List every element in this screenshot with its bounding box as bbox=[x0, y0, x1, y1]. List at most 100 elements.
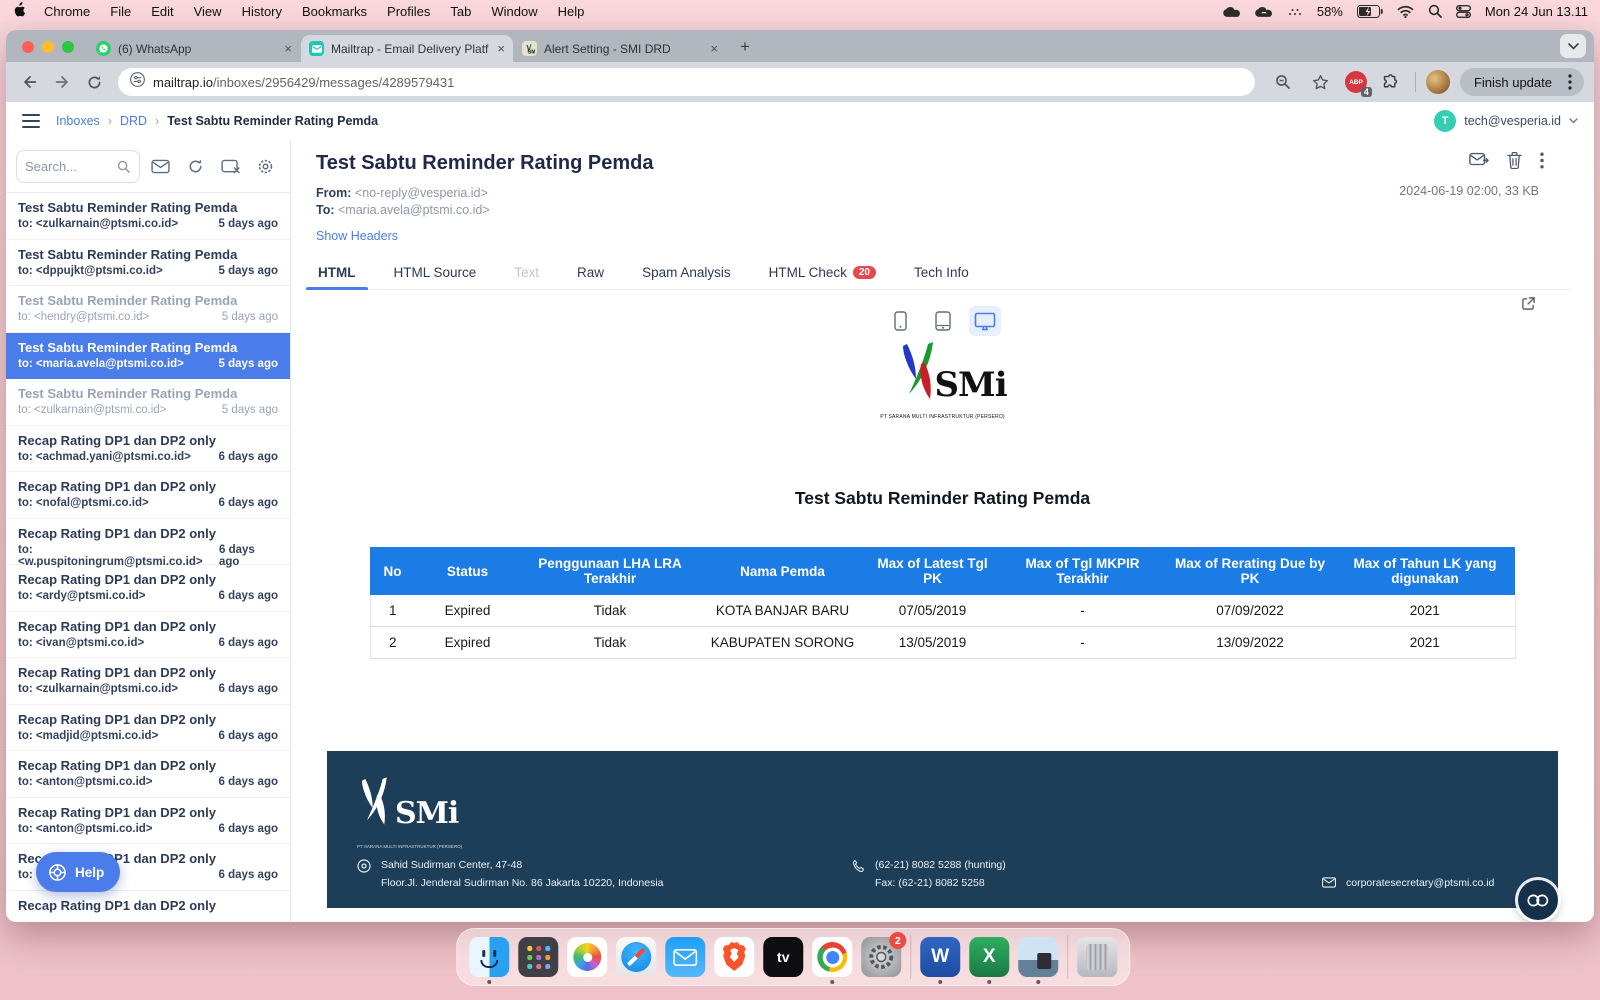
menubar-clock[interactable]: Mon 24 Jun 13.11 bbox=[1485, 4, 1588, 19]
hamburger-menu-icon[interactable] bbox=[22, 114, 40, 128]
message-list-item[interactable]: Test Sabtu Reminder Rating Pemda to: <zu… bbox=[6, 379, 290, 426]
more-options-icon[interactable] bbox=[1540, 152, 1544, 174]
close-window-button[interactable] bbox=[22, 41, 34, 53]
gear-icon[interactable] bbox=[251, 151, 280, 181]
message-list-item[interactable]: Test Sabtu Reminder Rating Pemda to: <ma… bbox=[6, 333, 290, 380]
extensions-icon[interactable] bbox=[1377, 68, 1405, 96]
menu-item[interactable]: View bbox=[194, 4, 222, 19]
address-line2: Floor.Jl. Jenderal Sudirman No. 86 Jakar… bbox=[381, 875, 664, 892]
message-list-item[interactable]: Test Sabtu Reminder Rating Pemda to: <dp… bbox=[6, 240, 290, 287]
dock-photos-icon[interactable] bbox=[567, 937, 607, 977]
mark-read-icon[interactable] bbox=[146, 151, 175, 181]
menu-item[interactable]: Chrome bbox=[44, 4, 90, 19]
message-subject: Recap Rating DP1 dan DP2 only bbox=[18, 665, 278, 680]
tab-mailtrap[interactable]: Mailtrap - Email Delivery Platf × bbox=[301, 35, 513, 62]
tablet-preview-button[interactable] bbox=[927, 306, 959, 336]
dock-preview-icon[interactable] bbox=[1018, 937, 1058, 977]
fullscreen-window-button[interactable] bbox=[62, 41, 74, 53]
menu-item[interactable]: Edit bbox=[151, 4, 173, 19]
message-list-item[interactable]: Test Sabtu Reminder Rating Pemda to: <he… bbox=[6, 286, 290, 333]
url-bar[interactable]: mailtrap.io/inboxes/2956429/messages/428… bbox=[118, 68, 1255, 96]
message-list-item[interactable]: Recap Rating DP1 dan DP2 only to: <anton… bbox=[6, 798, 290, 845]
help-button[interactable]: Help bbox=[36, 852, 120, 892]
tab-alert-setting[interactable]: SMi Alert Setting - SMI DRD × bbox=[514, 35, 726, 62]
message-list-item[interactable]: Recap Rating DP1 dan DP2 only to: <anton… bbox=[6, 751, 290, 798]
message-list-item[interactable]: Recap Rating DP1 dan DP2 only to: <madji… bbox=[6, 705, 290, 752]
message-view-tab[interactable]: Raw bbox=[575, 259, 606, 289]
message-list-item[interactable]: Recap Rating DP1 dan DP2 only to: <achma… bbox=[6, 426, 290, 473]
trash-icon[interactable] bbox=[1507, 152, 1522, 174]
message-view-tab[interactable]: HTML Source bbox=[392, 259, 479, 289]
battery-icon[interactable] bbox=[1357, 5, 1383, 18]
onedrive-icon[interactable] bbox=[1223, 5, 1241, 17]
open-external-icon[interactable] bbox=[1521, 296, 1536, 316]
breadcrumb-inboxes[interactable]: Inboxes bbox=[56, 114, 100, 128]
profile-avatar[interactable] bbox=[1426, 70, 1450, 94]
dock-mail-icon[interactable] bbox=[665, 937, 705, 977]
menu-item[interactable]: Window bbox=[491, 4, 537, 19]
message-list-item[interactable]: Test Sabtu Reminder Rating Pemda to: <zu… bbox=[6, 193, 290, 240]
dock-trash-icon[interactable] bbox=[1077, 937, 1117, 977]
desktop-preview-button[interactable] bbox=[969, 306, 1001, 336]
message-list-item[interactable]: Recap Rating DP1 dan DP2 only to: <w.pus… bbox=[6, 519, 290, 566]
message-list-item[interactable]: Recap Rating DP1 dan DP2 only to: <ardy@… bbox=[6, 565, 290, 612]
menu-item[interactable]: History bbox=[242, 4, 282, 19]
minimize-window-button[interactable] bbox=[42, 41, 54, 53]
forward-button[interactable] bbox=[48, 68, 76, 96]
dock-chrome-icon[interactable] bbox=[812, 937, 852, 977]
adblock-icon[interactable]: ABP4 bbox=[1345, 71, 1367, 93]
tab-search-chevron[interactable] bbox=[1560, 34, 1586, 58]
message-view-tab[interactable]: HTML Check 20 bbox=[767, 259, 878, 289]
site-settings-icon[interactable] bbox=[130, 72, 145, 92]
menu-item[interactable]: Help bbox=[558, 4, 585, 19]
accessibility-widget-button[interactable] bbox=[1518, 880, 1558, 920]
dock-excel-icon[interactable]: X bbox=[969, 937, 1009, 977]
control-center-icon[interactable] bbox=[1456, 5, 1471, 18]
dock-launchpad-icon[interactable] bbox=[518, 937, 558, 977]
display-dots-icon[interactable] bbox=[1287, 5, 1303, 17]
dock-safari-icon[interactable] bbox=[616, 937, 656, 977]
message-list-item[interactable]: Recap Rating DP1 dan DP2 only bbox=[6, 891, 290, 923]
finish-update-button[interactable]: Finish update bbox=[1460, 68, 1584, 96]
apple-menu-icon[interactable] bbox=[12, 2, 26, 21]
bookmark-star-icon[interactable] bbox=[1307, 68, 1335, 96]
search-input[interactable] bbox=[25, 159, 113, 174]
wifi-icon[interactable] bbox=[1397, 5, 1414, 18]
clear-inbox-icon[interactable] bbox=[216, 151, 245, 181]
show-headers-link[interactable]: Show Headers bbox=[316, 229, 398, 243]
menu-item[interactable]: Bookmarks bbox=[302, 4, 367, 19]
tab-label: Text bbox=[514, 265, 539, 280]
message-list-item[interactable]: Recap Rating DP1 dan DP2 only to: <zulka… bbox=[6, 658, 290, 705]
search-box[interactable] bbox=[16, 150, 140, 183]
dock-finder-icon[interactable] bbox=[469, 937, 509, 977]
tab-whatsapp[interactable]: (6) WhatsApp × bbox=[88, 35, 300, 62]
message-list-item[interactable]: Recap Rating DP1 dan DP2 only to: <nofal… bbox=[6, 472, 290, 519]
forward-email-icon[interactable] bbox=[1469, 152, 1489, 174]
breadcrumb-project[interactable]: DRD bbox=[120, 114, 147, 128]
dock-appletv-icon[interactable]: tv bbox=[763, 937, 803, 977]
refresh-icon[interactable] bbox=[181, 151, 210, 181]
mobile-preview-button[interactable] bbox=[885, 306, 917, 336]
menu-item[interactable]: File bbox=[110, 4, 131, 19]
browser-menu-icon[interactable] bbox=[1560, 72, 1580, 92]
reload-button[interactable] bbox=[80, 68, 108, 96]
back-button[interactable] bbox=[16, 68, 44, 96]
message-view-tab[interactable]: Tech Info bbox=[912, 259, 971, 289]
menu-item[interactable]: Profiles bbox=[387, 4, 430, 19]
dock-brave-icon[interactable] bbox=[714, 937, 754, 977]
dock-word-icon[interactable]: W bbox=[920, 937, 960, 977]
message-view-tab[interactable]: Text bbox=[512, 259, 541, 289]
message-view-tab[interactable]: Spam Analysis bbox=[640, 259, 733, 289]
cloud-sync-icon[interactable] bbox=[1255, 5, 1273, 18]
message-list-item[interactable]: Recap Rating DP1 dan DP2 only to: <ivan@… bbox=[6, 612, 290, 659]
tab-close-icon[interactable]: × bbox=[284, 41, 292, 56]
account-menu[interactable]: T tech@vesperia.id bbox=[1434, 110, 1578, 132]
new-tab-button[interactable]: + bbox=[732, 34, 758, 60]
tab-close-icon[interactable]: × bbox=[497, 41, 505, 56]
zoom-icon[interactable] bbox=[1269, 68, 1297, 96]
tab-close-icon[interactable]: × bbox=[710, 41, 718, 56]
dock-settings-icon[interactable]: 2 bbox=[861, 937, 901, 977]
menu-item[interactable]: Tab bbox=[450, 4, 471, 19]
message-view-tab[interactable]: HTML bbox=[316, 259, 358, 289]
spotlight-icon[interactable] bbox=[1428, 4, 1442, 18]
